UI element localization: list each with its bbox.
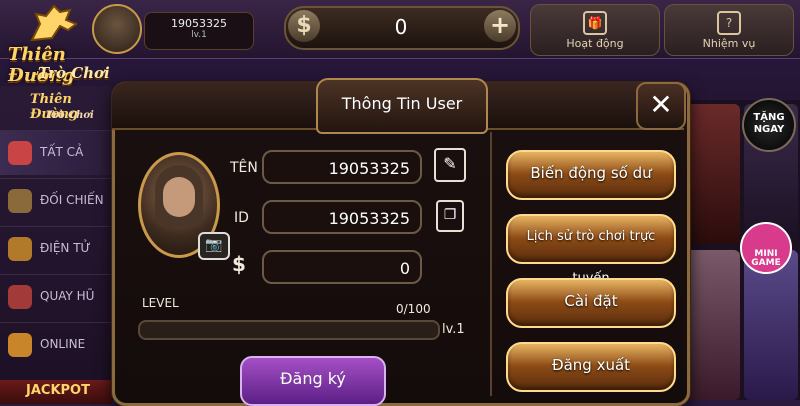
nav-item-label: ĐIỆN TỬ xyxy=(40,241,91,255)
nav-item-slots[interactable]: QUAY HŨ xyxy=(0,274,112,319)
balance-bar: $ 0 + xyxy=(284,6,520,50)
nav-item-all[interactable]: TẤT CẢ xyxy=(0,130,112,175)
close-button[interactable]: ✕ xyxy=(636,82,686,130)
jackpot-banner[interactable]: JACKPOT xyxy=(0,380,112,404)
top-user-id: 19053325 xyxy=(171,17,227,30)
free-gift-badge[interactable]: TẶNG NGAY xyxy=(742,98,796,152)
camera-icon[interactable]: 📷 xyxy=(198,232,230,260)
balance-history-button[interactable]: Biến động số dư xyxy=(506,150,676,200)
name-field: 19053325 xyxy=(262,150,422,184)
electronic-icon xyxy=(8,237,32,261)
settings-button[interactable]: Cài đặt xyxy=(506,278,676,328)
level-tag: lv.1 xyxy=(442,322,465,337)
nav-item-label: QUAY HŨ xyxy=(40,289,95,303)
missions-label: Nhiệm vụ xyxy=(702,37,756,50)
nav-item-electronic[interactable]: ĐIỆN TỬ xyxy=(0,226,112,271)
name-label: TÊN xyxy=(230,160,258,176)
nav-brand-logo: Thiên Đường Trò Chơi xyxy=(0,86,112,130)
level-label: LEVEL xyxy=(142,296,179,310)
register-button[interactable]: Đăng ký xyxy=(240,356,386,406)
money-label: $ xyxy=(232,252,246,276)
online-icon xyxy=(8,333,32,357)
edit-icon[interactable]: ✎ xyxy=(434,148,466,182)
user-info-pill[interactable]: 19053325 lv.1 xyxy=(144,12,254,50)
copy-icon[interactable]: ❐ xyxy=(436,200,464,232)
game-card-casino[interactable] xyxy=(686,250,740,400)
top-avatar[interactable] xyxy=(92,4,142,54)
game-history-button[interactable]: Lịch sử trò chơi trực tuyến xyxy=(506,214,676,286)
nav-item-online[interactable]: ONLINE xyxy=(0,322,112,367)
dialog-divider xyxy=(490,132,492,396)
mini-badge-line2: GAME xyxy=(751,258,781,268)
id-label: ID xyxy=(234,210,249,226)
game-card-sports[interactable] xyxy=(686,104,740,244)
gift-badge-line1: TẶNG xyxy=(753,112,785,123)
jackpot-label: JACKPOT xyxy=(26,383,90,398)
mini-game-badge[interactable]: MINI GAME xyxy=(740,222,792,274)
gift-icon: 🎁 xyxy=(583,11,607,35)
missions-button[interactable]: ? Nhiệm vụ xyxy=(664,4,794,56)
nav-item-label: ĐỐI CHIẾN xyxy=(40,193,104,207)
brand-line2: Trò Chơi xyxy=(38,64,110,82)
dollar-icon: $ xyxy=(288,10,320,42)
nav-item-label: ONLINE xyxy=(40,337,86,351)
nav-item-pvp[interactable]: ĐỐI CHIẾN xyxy=(0,178,112,223)
horse-logo-icon xyxy=(30,4,79,42)
logout-button[interactable]: Đăng xuất xyxy=(506,342,676,392)
level-count: 0/100 xyxy=(396,302,431,316)
id-field: 19053325 xyxy=(262,200,422,234)
nav-brand-line2: Trò Chơi xyxy=(46,110,94,121)
cards-icon xyxy=(8,141,32,165)
vs-icon xyxy=(8,189,32,213)
money-field: 0 xyxy=(262,250,422,284)
dialog-title: Thông Tin User xyxy=(316,78,488,134)
add-funds-button[interactable]: + xyxy=(484,10,516,42)
nav-item-label: TẤT CẢ xyxy=(40,145,84,159)
level-progress-bar xyxy=(138,320,440,340)
task-list-icon: ? xyxy=(717,11,741,35)
events-label: Hoạt động xyxy=(566,37,624,50)
avatar-face xyxy=(163,177,195,217)
balance-value: 0 xyxy=(394,15,408,39)
gift-badge-line2: NGAY xyxy=(753,124,785,135)
top-user-level: lv.1 xyxy=(191,30,207,40)
events-button[interactable]: 🎁 Hoạt động xyxy=(530,4,660,56)
joystick-icon xyxy=(8,285,32,309)
